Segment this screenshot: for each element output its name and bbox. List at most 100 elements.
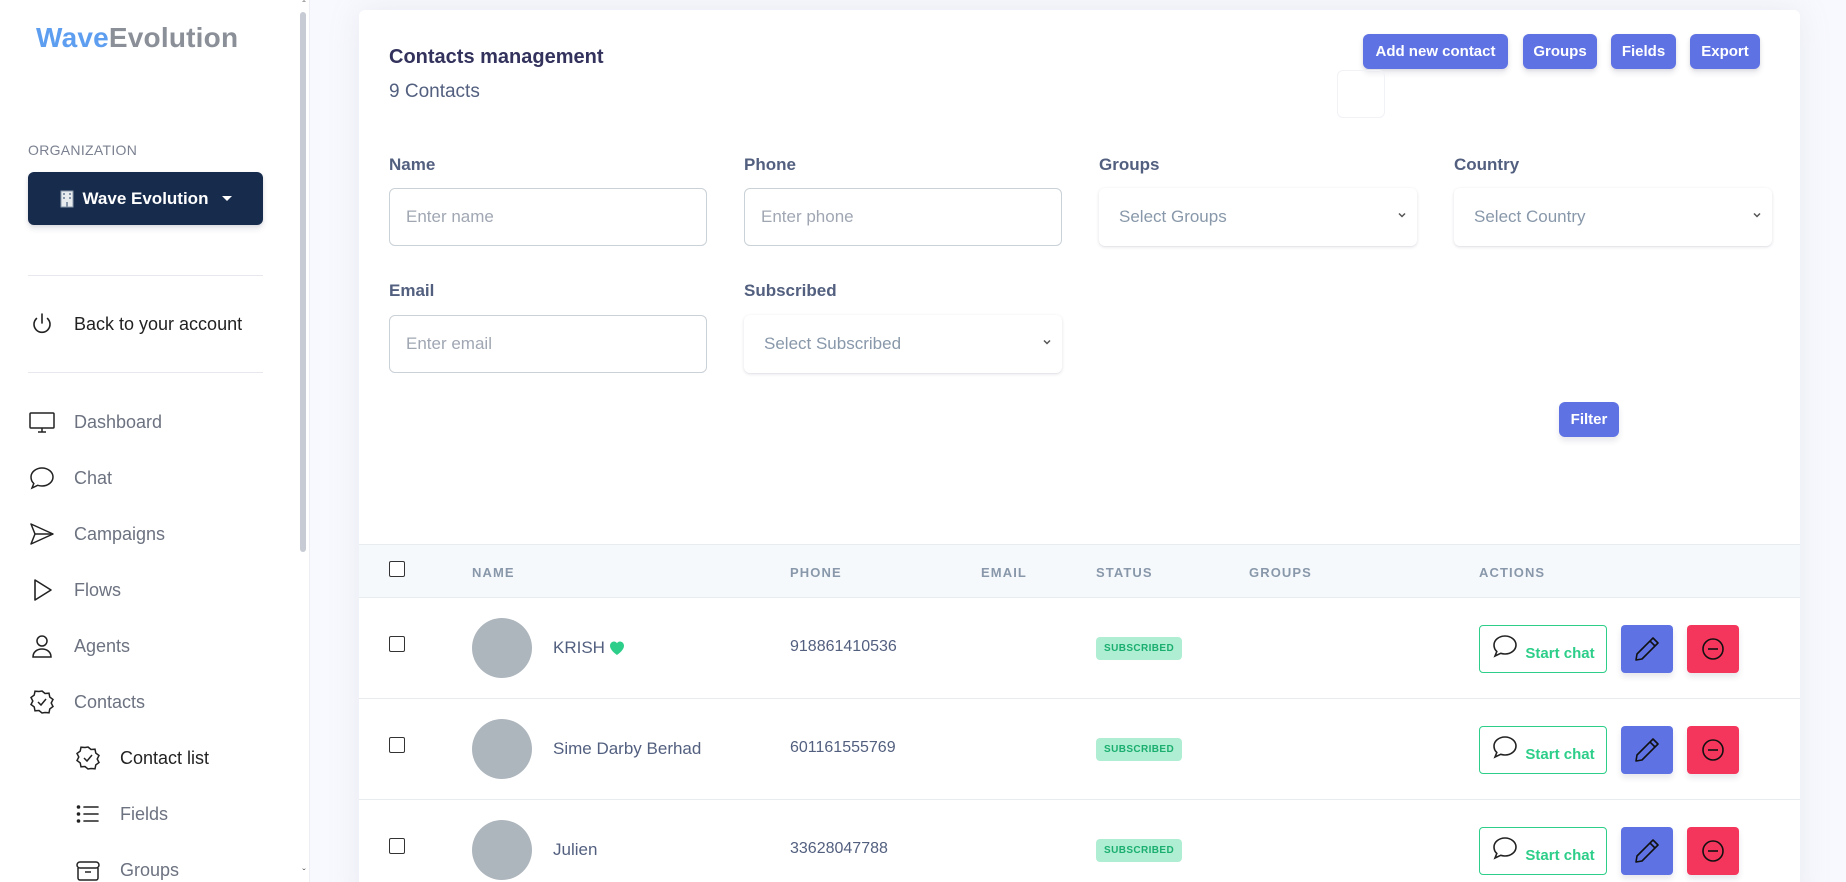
column-header-actions: ACTIONS	[1479, 565, 1546, 580]
name-filter-input[interactable]: Enter name	[389, 188, 707, 246]
groups-filter-select[interactable]: Select Groups	[1099, 188, 1417, 246]
sidebar-subitem-contact-list[interactable]: Contact list	[74, 744, 209, 772]
email-filter-placeholder: Enter email	[406, 334, 492, 353]
scroll-down-arrow-icon[interactable]: ˇ	[298, 868, 310, 880]
avatar	[472, 820, 532, 880]
start-chat-button[interactable]: Start chat	[1479, 625, 1607, 673]
chevron-down-icon	[1753, 212, 1761, 218]
sidebar-subitem-groups[interactable]: Groups	[74, 856, 179, 882]
table-row: Sime Darby Berhad 601161555769 SUBSCRIBE…	[359, 699, 1800, 800]
chat-bubble-icon	[1493, 635, 1518, 658]
chat-bubble-icon	[30, 467, 54, 490]
subscribed-filter-select[interactable]: Select Subscribed	[744, 315, 1062, 373]
sidebar-scrollbar[interactable]: ˆ ˇ	[298, 0, 310, 882]
organization-dropdown-button[interactable]: Wave Evolution	[28, 172, 263, 225]
minus-circle-icon	[1702, 739, 1724, 761]
contact-name[interactable]: Sime Darby Berhad	[553, 739, 701, 759]
sidebar-item-label: Contacts	[74, 691, 146, 712]
row-checkbox[interactable]	[389, 838, 405, 854]
scroll-up-arrow-icon[interactable]: ˆ	[298, 0, 310, 12]
sidebar-item-label: Campaigns	[74, 523, 166, 544]
sidebar-subitem-label: Contact list	[120, 747, 210, 768]
chevron-down-icon	[1398, 212, 1406, 218]
sidebar-subitem-label: Groups	[120, 859, 180, 880]
avatar	[472, 719, 532, 779]
caret-down-icon	[222, 196, 233, 201]
delete-button[interactable]	[1687, 827, 1739, 875]
minus-circle-icon	[1702, 638, 1724, 660]
column-header-phone[interactable]: PHONE	[790, 565, 842, 580]
contact-name[interactable]: KRISH	[553, 638, 626, 658]
building-icon	[60, 190, 74, 207]
sidebar-item-flows[interactable]: Flows	[28, 576, 121, 604]
status-badge: SUBSCRIBED	[1096, 839, 1183, 862]
scrollbar-thumb[interactable]	[300, 12, 306, 552]
green-heart-icon	[609, 641, 624, 655]
phone-filter-placeholder: Enter phone	[761, 207, 854, 226]
avatar	[472, 618, 532, 678]
divider	[28, 372, 263, 373]
column-header-name[interactable]: NAME	[472, 565, 515, 580]
edit-button[interactable]	[1621, 827, 1673, 875]
list-icon	[76, 805, 99, 823]
sidebar-subitem-label: Fields	[120, 803, 169, 824]
export-button[interactable]: Export	[1690, 34, 1760, 69]
back-to-account-label: Back to your account	[74, 313, 243, 334]
contact-name[interactable]: Julien	[553, 840, 597, 860]
page-title: Contacts management	[389, 46, 604, 68]
back-to-account-link[interactable]: Back to your account	[28, 310, 242, 338]
status-badge: SUBSCRIBED	[1096, 738, 1183, 761]
country-filter-select[interactable]: Select Country	[1454, 188, 1772, 246]
start-chat-button[interactable]: Start chat	[1479, 827, 1607, 875]
start-chat-label: Start chat	[1525, 846, 1595, 864]
row-checkbox[interactable]	[389, 737, 405, 753]
sidebar-item-campaigns[interactable]: Campaigns	[28, 520, 165, 548]
groups-filter-label: Groups	[1099, 155, 1160, 174]
badge-check-icon	[76, 746, 100, 770]
email-filter-label: Email	[389, 281, 435, 300]
country-filter-value: Select Country	[1474, 207, 1586, 226]
contact-name-text: Julien	[553, 840, 598, 859]
contact-phone: 918861410536	[790, 638, 897, 655]
add-new-contact-button[interactable]: Add new contact	[1363, 34, 1508, 69]
sidebar-item-chat[interactable]: Chat	[28, 464, 112, 492]
empty-placeholder-box	[1337, 70, 1385, 118]
select-all-checkbox[interactable]	[389, 561, 405, 577]
phone-filter-input[interactable]: Enter phone	[744, 188, 1062, 246]
start-chat-label: Start chat	[1525, 644, 1595, 662]
sidebar-item-dashboard[interactable]: Dashboard	[28, 408, 162, 436]
groups-button[interactable]: Groups	[1523, 34, 1597, 69]
edit-button[interactable]	[1621, 625, 1673, 673]
logo-wave: Wave	[36, 22, 109, 53]
sidebar-item-agents[interactable]: Agents	[28, 632, 130, 660]
monitor-icon	[29, 412, 55, 433]
row-checkbox[interactable]	[389, 636, 405, 652]
contacts-count: 9 Contacts	[389, 81, 480, 102]
column-header-email[interactable]: EMAIL	[981, 565, 1027, 580]
start-chat-button[interactable]: Start chat	[1479, 726, 1607, 774]
chat-bubble-icon	[1493, 837, 1518, 860]
sidebar-item-contacts[interactable]: Contacts	[28, 688, 145, 716]
status-badge: SUBSCRIBED	[1096, 637, 1183, 660]
logo[interactable]: WaveEvolution	[36, 22, 238, 54]
minus-circle-icon	[1702, 840, 1724, 862]
column-header-groups[interactable]: GROUPS	[1249, 565, 1312, 580]
delete-button[interactable]	[1687, 625, 1739, 673]
sidebar-subitem-fields[interactable]: Fields	[74, 800, 168, 828]
organization-label: ORGANIZATION	[28, 142, 138, 158]
edit-button[interactable]	[1621, 726, 1673, 774]
contact-name-text: KRISH	[553, 638, 605, 657]
filter-button[interactable]: Filter	[1559, 402, 1619, 437]
user-icon	[32, 635, 52, 658]
table-row: Julien 33628047788 SUBSCRIBED Start chat	[359, 800, 1800, 882]
send-icon	[30, 523, 54, 545]
delete-button[interactable]	[1687, 726, 1739, 774]
email-filter-input[interactable]: Enter email	[389, 315, 707, 373]
pencil-icon	[1635, 738, 1659, 762]
fields-button[interactable]: Fields	[1611, 34, 1676, 69]
divider	[28, 275, 263, 276]
groups-filter-value: Select Groups	[1119, 207, 1227, 226]
column-header-status[interactable]: STATUS	[1096, 565, 1153, 580]
phone-filter-label: Phone	[744, 155, 796, 174]
name-filter-placeholder: Enter name	[406, 207, 494, 226]
